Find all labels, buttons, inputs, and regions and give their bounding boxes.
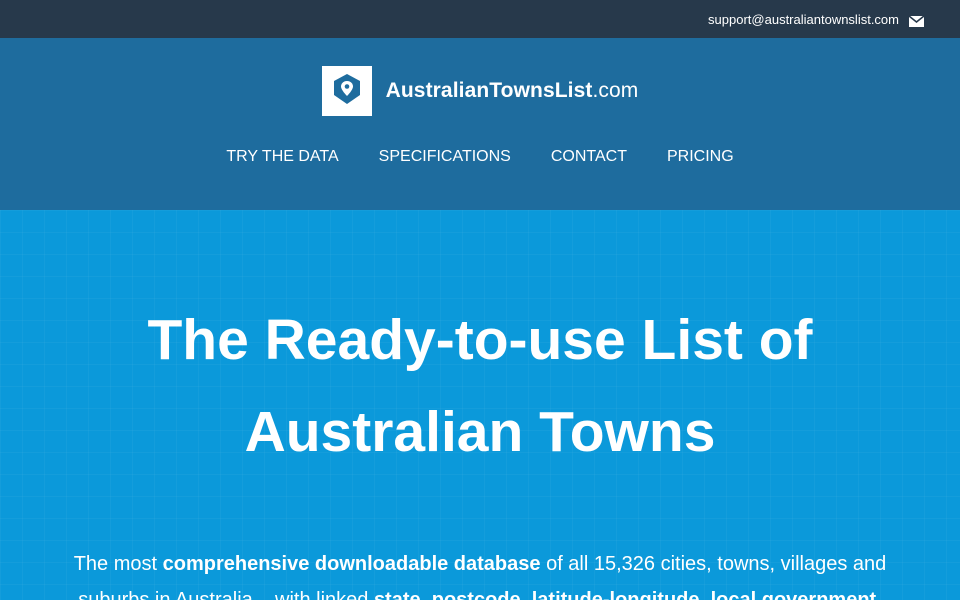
brand-logo-link[interactable]: AustralianTownsList.com	[0, 66, 960, 116]
hero-desc-text-1: The most	[73, 553, 163, 575]
hero-title-line-1: The Ready-to-use List of	[147, 308, 813, 372]
main-nav: TRY THE DATA SPECIFICATIONS CONTACT PRIC…	[0, 148, 960, 166]
mail-icon[interactable]	[908, 14, 925, 27]
top-bar: support@australiantownslist.com	[0, 0, 960, 38]
hero-title: The Ready-to-use List of Australian Town…	[0, 210, 960, 478]
hero-desc-bold-1: comprehensive downloadable database	[162, 553, 541, 575]
site-header: AustralianTownsList.com TRY THE DATA SPE…	[0, 38, 960, 210]
nav-specifications[interactable]: SPECIFICATIONS	[379, 148, 511, 166]
brand-name: AustralianTownsList.com	[386, 79, 639, 103]
hero-section: The Ready-to-use List of Australian Town…	[0, 210, 960, 600]
nav-try-the-data[interactable]: TRY THE DATA	[226, 148, 338, 166]
location-pin-icon	[332, 73, 362, 110]
nav-contact[interactable]: CONTACT	[551, 148, 627, 166]
hero-title-line-2: Australian Towns	[244, 400, 716, 464]
logo-box	[321, 66, 372, 116]
support-email-link[interactable]: support@australiantownslist.com	[708, 12, 899, 27]
brand-name-bold: AustralianTownsList	[385, 79, 593, 102]
hero-description: The most comprehensive downloadable data…	[55, 546, 905, 600]
brand-name-suffix: .com	[592, 79, 639, 102]
hero-desc-bold-2: state, postcode, latitude-longitude, loc…	[373, 589, 882, 600]
nav-pricing[interactable]: PRICING	[667, 148, 734, 166]
